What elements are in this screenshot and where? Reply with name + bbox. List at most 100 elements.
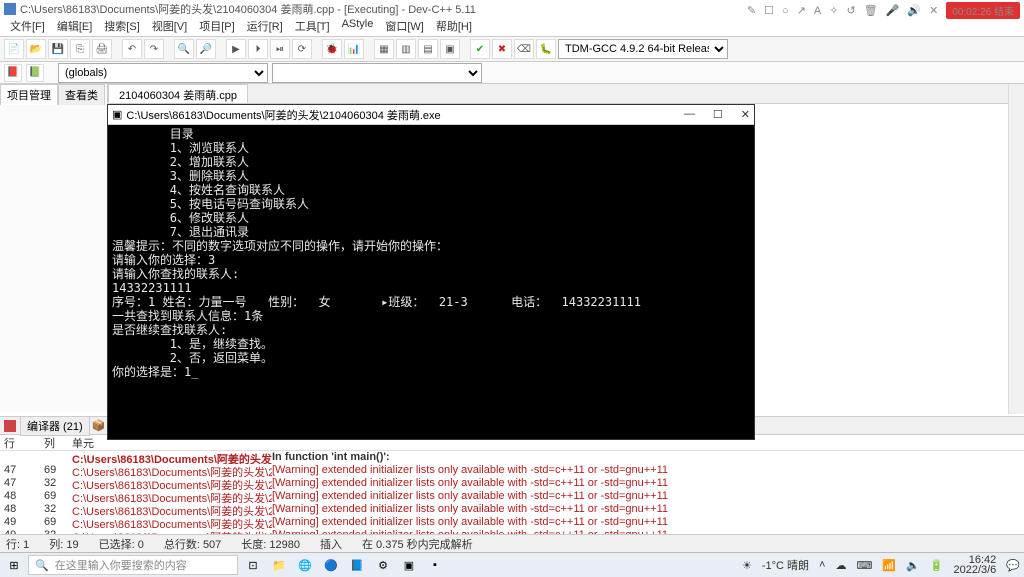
explorer-icon[interactable]: 📁 — [268, 555, 290, 575]
menu-view[interactable]: 视图[V] — [148, 18, 191, 36]
compiler-messages: C:\Users\86183\Documents\阿姜的头发\21040603.… — [0, 451, 1024, 542]
menu-astyle[interactable]: AStyle — [338, 18, 378, 36]
rebuild-icon[interactable]: ⟳ — [292, 39, 312, 59]
message-row[interactable]: 4869C:\Users\86183\Documents\阿姜的头发\21040… — [0, 490, 1024, 503]
file-tab[interactable]: 2104060304 姜雨萌.cpp — [108, 84, 248, 103]
replace-icon[interactable]: 🔎 — [196, 39, 216, 59]
settings-icon[interactable]: ⚙ — [372, 555, 394, 575]
menu-run[interactable]: 运行[R] — [243, 18, 287, 36]
taskview-icon[interactable]: ⊡ — [242, 555, 264, 575]
open-icon[interactable]: 📂 — [26, 39, 46, 59]
grid4-icon[interactable]: ▣ — [440, 39, 460, 59]
members-select[interactable] — [272, 63, 482, 83]
tab-classes[interactable]: 查看类 — [58, 84, 105, 105]
saveall-icon[interactable]: ⎘ — [70, 39, 90, 59]
status-ins: 插入 — [320, 536, 342, 552]
minimize-icon[interactable]: — — [684, 108, 695, 121]
weather-icon[interactable]: ☀ — [742, 559, 752, 572]
grid1-icon[interactable]: ▦ — [374, 39, 394, 59]
close-console-icon[interactable]: ✕ — [741, 108, 750, 121]
globals-select[interactable]: (globals) — [58, 63, 268, 83]
tab-project[interactable]: 项目管理 — [0, 84, 58, 105]
grid3-icon[interactable]: ▤ — [418, 39, 438, 59]
book2-icon[interactable]: 📗 — [26, 64, 44, 82]
volume-icon[interactable]: 🔈 — [906, 559, 920, 572]
new-file-icon[interactable]: 📄 — [4, 39, 24, 59]
find-icon[interactable]: 🔍 — [174, 39, 194, 59]
sub-toolbar: 📕 📗 (globals) — [0, 62, 1024, 84]
app-icon — [4, 3, 16, 15]
compiler-select[interactable]: TDM-GCC 4.9.2 64-bit Release — [558, 39, 728, 59]
check-icon[interactable]: ✔ — [470, 39, 490, 59]
col-line: 行 — [0, 435, 44, 450]
wand-icon[interactable]: ✧ — [829, 4, 838, 17]
debug-icon[interactable]: 🐞 — [322, 39, 342, 59]
res-icon: 📦 — [92, 419, 106, 432]
record-timer[interactable]: 00:02:26 结束 — [946, 2, 1020, 19]
message-row[interactable]: 4732C:\Users\86183\Documents\阿姜的头发\21040… — [0, 477, 1024, 490]
console-output[interactable]: 目录 1、浏览联系人 2、增加联系人 3、删除联系人 4、按姓名查询联系人 5、… — [108, 125, 754, 439]
tray-up-icon[interactable]: ˄ — [819, 559, 825, 571]
cross-icon[interactable]: ✖ — [492, 39, 512, 59]
compile-run-icon[interactable]: ⏯ — [270, 39, 290, 59]
bug-icon[interactable]: 🐛 — [536, 39, 556, 59]
word-icon[interactable]: 📘 — [346, 555, 368, 575]
cmd-taskbar-icon[interactable]: ▪ — [424, 555, 446, 575]
taskbar: ⊞ 🔍 在这里输入你要搜索的内容 ⊡ 📁 🌐 🔵 📘 ⚙ ▣ ▪ ☀ -1°C … — [0, 552, 1024, 577]
save-icon[interactable]: 💾 — [48, 39, 68, 59]
clock[interactable]: 16:422022/3/6 — [953, 555, 996, 575]
run-icon[interactable]: ⏵ — [248, 39, 268, 59]
undo-icon[interactable]: ↶ — [122, 39, 142, 59]
close-icon[interactable]: ✕ — [929, 4, 938, 17]
onedrive-icon[interactable]: ☁ — [835, 559, 846, 572]
maximize-icon[interactable]: ☐ — [713, 108, 723, 121]
text-icon[interactable]: A — [814, 5, 821, 17]
menu-tools[interactable]: 工具[T] — [291, 18, 334, 36]
start-button[interactable]: ⊞ — [4, 556, 24, 574]
square-icon[interactable]: ☐ — [764, 4, 774, 17]
compile-icon[interactable]: ▶ — [226, 39, 246, 59]
message-row[interactable]: 4832C:\Users\86183\Documents\阿姜的头发\21040… — [0, 503, 1024, 516]
status-line: 行: 1 — [6, 536, 29, 552]
menu-search[interactable]: 搜索[S] — [100, 18, 143, 36]
clear-icon[interactable]: ⌫ — [514, 39, 534, 59]
console-window: ▣C:\Users\86183\Documents\阿姜的头发\21040603… — [107, 104, 755, 440]
trash-icon[interactable]: 🗑 — [864, 4, 878, 17]
print-icon[interactable]: 🖨 — [92, 39, 112, 59]
vertical-scrollbar[interactable] — [1008, 84, 1024, 414]
redo-icon[interactable]: ↷ — [144, 39, 164, 59]
message-row[interactable]: C:\Users\86183\Documents\阿姜的头发\21040603.… — [0, 451, 1024, 464]
menu-project[interactable]: 项目[P] — [195, 18, 238, 36]
arrow-icon[interactable]: ↗ — [797, 4, 806, 17]
menu-file[interactable]: 文件[F] — [6, 18, 49, 36]
edge-icon[interactable]: 🌐 — [294, 555, 316, 575]
mic-icon[interactable]: 🎤 — [886, 4, 900, 17]
message-row[interactable]: 4769C:\Users\86183\Documents\阿姜的头发\21040… — [0, 464, 1024, 477]
ime-icon[interactable]: ⌨ — [856, 559, 872, 572]
search-placeholder: 在这里输入你要搜索的内容 — [55, 557, 187, 573]
menu-edit[interactable]: 编辑[E] — [53, 18, 96, 36]
wifi-icon[interactable]: 📶 — [882, 559, 896, 572]
error-icon — [4, 420, 16, 432]
profile-icon[interactable]: 📊 — [344, 39, 364, 59]
grid2-icon[interactable]: ▥ — [396, 39, 416, 59]
message-row[interactable]: 4969C:\Users\86183\Documents\阿姜的头发\21040… — [0, 516, 1024, 529]
chrome-icon[interactable]: 🔵 — [320, 555, 342, 575]
weather-text[interactable]: -1°C 晴朗 — [762, 557, 809, 573]
notifications-icon[interactable]: 💬 — [1006, 559, 1020, 572]
status-len: 长度: 12980 — [241, 536, 300, 552]
circle-icon[interactable]: ○ — [782, 5, 789, 17]
menubar: 文件[F] 编辑[E] 搜索[S] 视图[V] 项目[P] 运行[R] 工具[T… — [0, 18, 1024, 36]
undo-icon[interactable]: ↺ — [846, 4, 855, 17]
book1-icon[interactable]: 📕 — [4, 64, 22, 82]
menu-help[interactable]: 帮助[H] — [432, 18, 476, 36]
pencil-icon[interactable]: ✎ — [747, 4, 756, 17]
menu-window[interactable]: 窗口[W] — [381, 18, 428, 36]
battery-icon[interactable]: 🔋 — [930, 559, 944, 572]
status-lines: 总行数: 507 — [164, 536, 221, 552]
devcpp-icon[interactable]: ▣ — [398, 555, 420, 575]
tab-compiler[interactable]: 编译器 (21) — [20, 416, 90, 436]
col-col: 列 — [44, 435, 72, 450]
speaker-icon[interactable]: 🔊 — [907, 4, 921, 17]
taskbar-search[interactable]: 🔍 在这里输入你要搜索的内容 — [28, 555, 238, 575]
